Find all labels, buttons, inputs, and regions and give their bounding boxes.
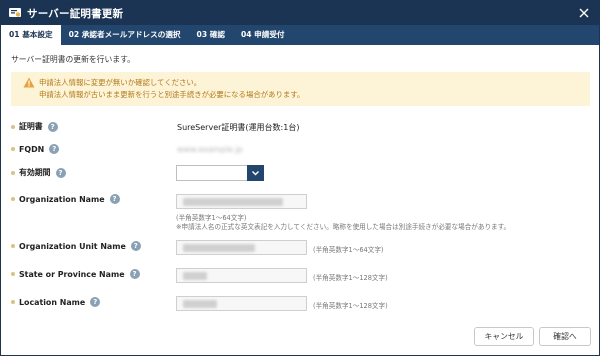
org-unit-input-value — [183, 244, 255, 252]
unit-hint: (半角英数字1～64文字) — [313, 246, 384, 254]
confirm-button[interactable]: 確認へ — [539, 327, 591, 346]
tab-application-received[interactable]: 04 申請受付 — [233, 25, 293, 45]
dialog-title: サーバー証明書更新 — [27, 7, 124, 20]
cert-label: 証明書 — [19, 122, 43, 131]
select-dropdown-button[interactable] — [247, 165, 264, 181]
cert-label-row: 証明書 ? — [11, 121, 58, 132]
period-label-row: 有効期間 ? — [11, 167, 66, 178]
tab-approver-email[interactable]: 02 承認者メールアドレスの選択 — [61, 25, 189, 45]
help-icon[interactable]: ? — [130, 241, 141, 251]
state-hint: (半角英数字1～128文字) — [313, 274, 388, 282]
org-label-row: Organization Name ? — [11, 194, 120, 204]
help-icon[interactable]: ? — [49, 144, 60, 154]
title-bar: サーバー証明書更新 — [1, 1, 599, 25]
bullet-icon — [11, 197, 15, 201]
period-select[interactable] — [176, 165, 264, 181]
bullet-icon — [11, 147, 15, 151]
bullet-icon — [11, 124, 15, 129]
step-tabs: 01 基本設定 02 承認者メールアドレスの選択 03 確認 04 申請受付 — [1, 25, 599, 45]
bullet-icon — [11, 272, 15, 276]
unit-label: Organization Unit Name — [19, 241, 126, 251]
help-icon[interactable]: ? — [129, 269, 140, 279]
intro-text: サーバー証明書の更新を行います。 — [11, 55, 135, 64]
cert-value: SureServer証明書(運用台数:1台) — [177, 123, 300, 132]
location-label-row: Location Name ? — [11, 297, 101, 307]
certificate-icon — [8, 6, 22, 20]
warning-box: 申請法人情報に変更が無いか確認してください。 申請法人情報が古いまま更新を行うと… — [11, 72, 590, 106]
org-name-input-value — [183, 198, 283, 206]
state-input-value — [183, 272, 207, 280]
help-icon[interactable]: ? — [47, 121, 58, 132]
org-unit-input[interactable] — [176, 240, 307, 255]
location-hint: (半角英数字1～128文字) — [313, 302, 388, 310]
fqdn-label: FQDN — [19, 144, 45, 154]
fqdn-value: www.example.jp — [177, 145, 243, 154]
chevron-down-icon — [252, 171, 259, 176]
org-label: Organization Name — [19, 194, 105, 204]
help-icon[interactable]: ? — [109, 194, 120, 204]
close-icon[interactable] — [576, 5, 592, 21]
location-input-value — [183, 300, 217, 308]
warning-icon — [23, 77, 35, 88]
help-icon[interactable]: ? — [90, 297, 101, 307]
warning-line-2: 申請法人情報が古いまま更新を行うと別途手続きが必要になる場合があります。 — [39, 89, 305, 99]
bullet-icon — [11, 170, 15, 175]
period-label: 有効期間 — [19, 168, 51, 177]
state-label: State or Province Name — [19, 269, 125, 279]
tab-basic-settings[interactable]: 01 基本設定 — [1, 25, 61, 45]
org-hint-note: ※申請法人名の正式な英文表記を入力してください。略称を使用した場合は別途手続きが… — [176, 223, 511, 231]
cancel-button[interactable]: キャンセル — [474, 327, 534, 346]
state-label-row: State or Province Name ? — [11, 269, 140, 279]
tab-confirm[interactable]: 03 確認 — [189, 25, 233, 45]
warning-line-1: 申請法人情報に変更が無いか確認してください。 — [39, 78, 202, 87]
bullet-icon — [11, 244, 15, 248]
state-input[interactable] — [176, 268, 307, 283]
help-icon[interactable]: ? — [55, 167, 66, 178]
location-label: Location Name — [19, 297, 86, 307]
certificate-renewal-dialog: サーバー証明書更新 01 基本設定 02 承認者メールアドレスの選択 03 確認… — [0, 0, 600, 356]
fqdn-label-row: FQDN ? — [11, 144, 60, 154]
unit-label-row: Organization Unit Name ? — [11, 241, 141, 251]
location-input[interactable] — [176, 296, 307, 311]
org-name-input[interactable] — [176, 194, 307, 209]
bullet-icon — [11, 300, 15, 304]
